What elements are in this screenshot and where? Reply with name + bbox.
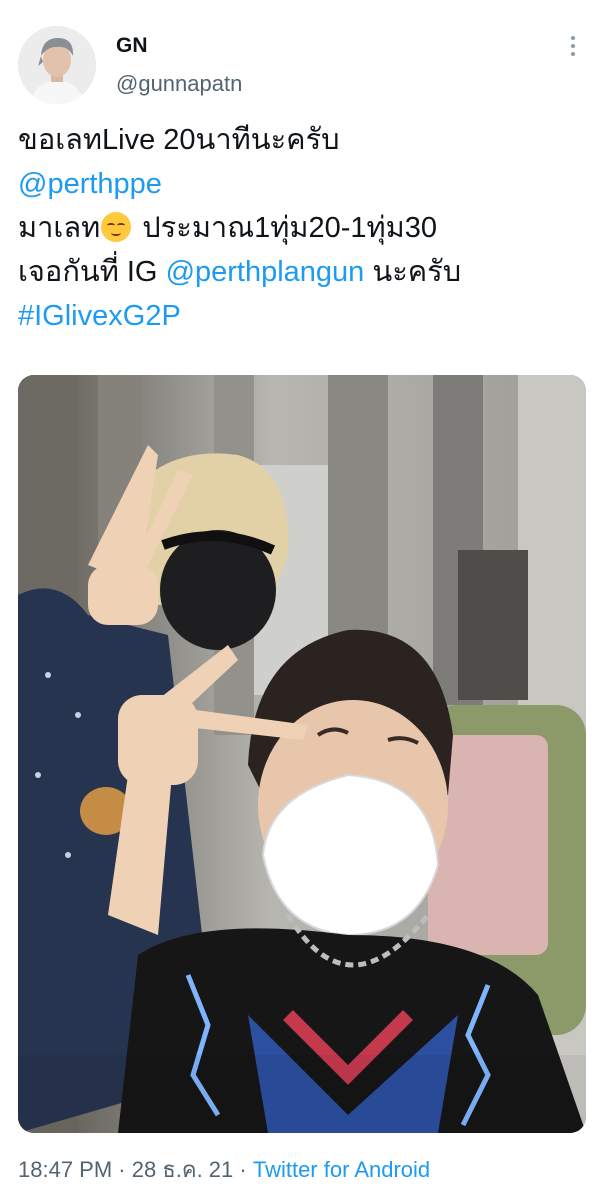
display-name[interactable]: GN <box>116 34 148 58</box>
tweet-line-3: มาเลท ประมาณ1ทุ่ม20-1ทุ่ม30 <box>18 206 588 250</box>
tweet-line-1: ขอเลทLive 20นาทีนะครับ <box>18 124 340 156</box>
tweet-text: ขอเลทLive 20นาทีนะครับ @perthppe มาเลท ป… <box>18 118 588 338</box>
more-options-icon[interactable] <box>566 36 580 60</box>
tweet-header: GN @gunnapatn <box>0 0 604 110</box>
tweet-text-segment: มาเลท <box>18 212 101 244</box>
avatar[interactable] <box>18 26 96 104</box>
tweet-metadata: 18:47 PM · 28 ธ.ค. 21 · Twitter for Andr… <box>18 1152 430 1187</box>
separator-dot: · <box>233 1157 253 1182</box>
hashtag-link[interactable]: #IGlivexG2P <box>18 300 181 332</box>
mention-link[interactable]: @perthplangun <box>166 256 365 288</box>
relieved-face-icon <box>101 212 132 242</box>
tweet-text-segment: นะครับ <box>364 256 462 288</box>
tweet-source-link[interactable]: Twitter for Android <box>253 1157 430 1182</box>
tweet-time[interactable]: 18:47 PM <box>18 1157 112 1182</box>
tweet-date[interactable]: 28 ธ.ค. 21 <box>132 1157 234 1182</box>
tweet-text-segment: เจอกันที่ IG <box>18 256 166 288</box>
tweet-text-segment: ประมาณ1ทุ่ม20-1ทุ่ม30 <box>134 212 438 244</box>
avatar-image <box>18 26 96 104</box>
separator-dot: · <box>112 1157 132 1182</box>
tweet-line-4: เจอกันที่ IG @perthplangun นะครับ <box>18 250 588 294</box>
tweet-photo[interactable] <box>18 375 586 1133</box>
mention-link[interactable]: @perthppe <box>18 168 162 200</box>
user-handle[interactable]: @gunnapatn <box>116 71 242 97</box>
photo-image <box>18 375 586 1133</box>
